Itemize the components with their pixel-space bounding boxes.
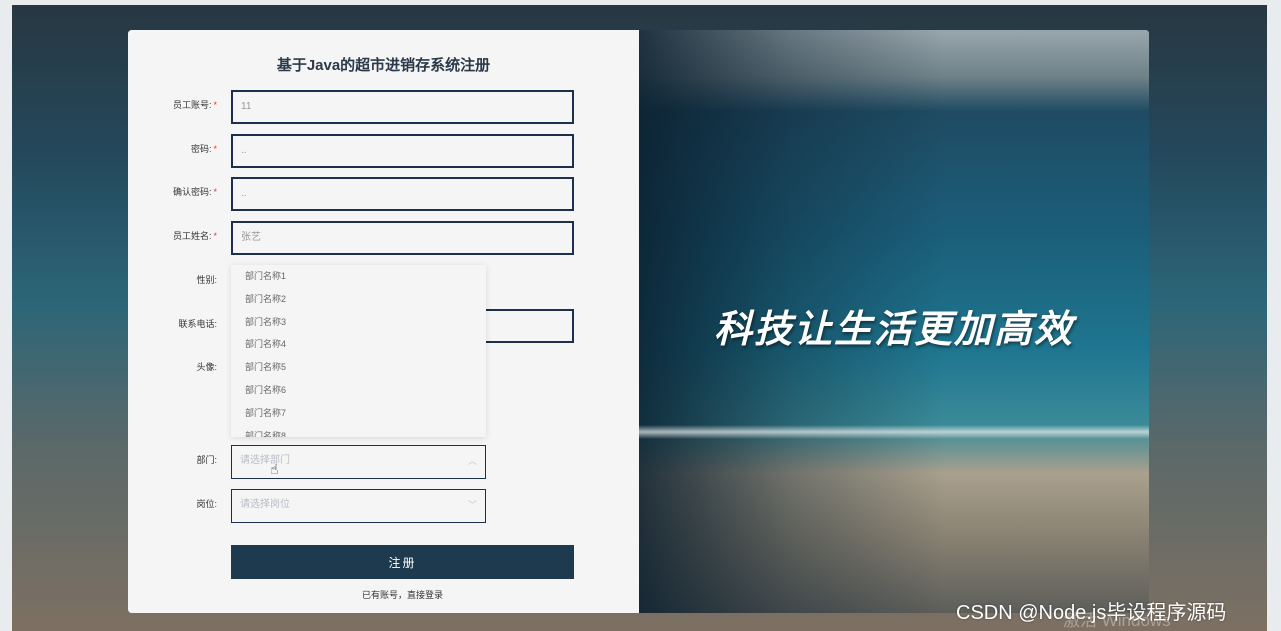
password-label: 密码: * xyxy=(190,144,217,154)
gender-label: 性别: xyxy=(196,275,217,285)
name-input[interactable]: 张艺 xyxy=(231,221,574,255)
phone-label: 联系电话: xyxy=(178,319,217,329)
dropdown-option[interactable]: 部门名称3 xyxy=(231,311,486,334)
dropdown-option[interactable]: 部门名称5 xyxy=(231,356,486,379)
hero-slogan: 科技让生活更加高效 xyxy=(713,307,1074,351)
password-row: 密码: * .. xyxy=(128,134,639,168)
chevron-up-icon: ︿ xyxy=(467,456,477,466)
confirm-password-input[interactable]: .. xyxy=(231,177,574,211)
avatar-label: 头像: xyxy=(196,362,217,372)
dropdown-option[interactable]: 部门名称2 xyxy=(231,288,486,311)
csdn-watermark: CSDN @Node.js毕设程序源码 xyxy=(956,602,1227,624)
confirm-password-row: 确认密码: * .. xyxy=(128,177,639,211)
hero-image: 科技让生活更加高效 xyxy=(639,30,1149,613)
dropdown-option[interactable]: 部门名称6 xyxy=(231,379,486,402)
register-card: 基于Java的超市进销存系统注册 员工账号: * 11 密码: * .. 确认密码:… xyxy=(128,30,1149,613)
chevron-down-icon: ﹀ xyxy=(467,500,477,510)
window-right-edge xyxy=(1267,0,1281,631)
page-title: 基于Java的超市进销存系统注册 xyxy=(276,57,491,74)
department-dropdown[interactable]: 部门名称1 部门名称2 部门名称3 部门名称4 部门名称5 部门名称6 部门名称… xyxy=(231,265,486,437)
window-left-edge xyxy=(0,0,12,631)
position-label: 岗位: xyxy=(196,499,217,509)
dropdown-option[interactable]: 部门名称7 xyxy=(231,402,486,425)
register-button[interactable]: 注册 xyxy=(231,545,574,579)
name-label: 员工姓名: * xyxy=(172,231,217,241)
position-row: 岗位: 请选择岗位 ﹀ xyxy=(128,489,639,523)
login-link[interactable]: 已有账号，直接登录 xyxy=(128,588,677,601)
required-mark: * xyxy=(213,144,217,154)
window-top-edge xyxy=(0,0,1281,5)
required-mark: * xyxy=(213,231,217,241)
department-row: 部门: 请选择部门 ︿ xyxy=(128,445,639,479)
dropdown-option[interactable]: 部门名称4 xyxy=(231,333,486,356)
department-placeholder: 请选择部门 xyxy=(240,455,290,466)
name-row: 员工姓名: * 张艺 xyxy=(128,221,639,255)
department-label: 部门: xyxy=(196,455,217,465)
hand-pointer-icon: ☝ xyxy=(270,462,279,478)
account-label: 员工账号: * xyxy=(172,100,217,110)
dropdown-option[interactable]: 部门名称8 xyxy=(231,425,486,437)
position-select[interactable]: 请选择岗位 ﹀ xyxy=(231,489,486,523)
account-row: 员工账号: * 11 xyxy=(128,90,639,124)
dropdown-option[interactable]: 部门名称1 xyxy=(231,265,486,288)
confirm-password-label: 确认密码: * xyxy=(172,187,217,197)
required-mark: * xyxy=(213,187,217,197)
password-input[interactable]: .. xyxy=(231,134,574,168)
account-input[interactable]: 11 xyxy=(231,90,574,124)
image-surf-line xyxy=(639,425,1149,439)
required-mark: * xyxy=(213,100,217,110)
register-form: 基于Java的超市进销存系统注册 员工账号: * 11 密码: * .. 确认密码:… xyxy=(128,30,639,613)
position-placeholder: 请选择岗位 xyxy=(240,499,290,510)
